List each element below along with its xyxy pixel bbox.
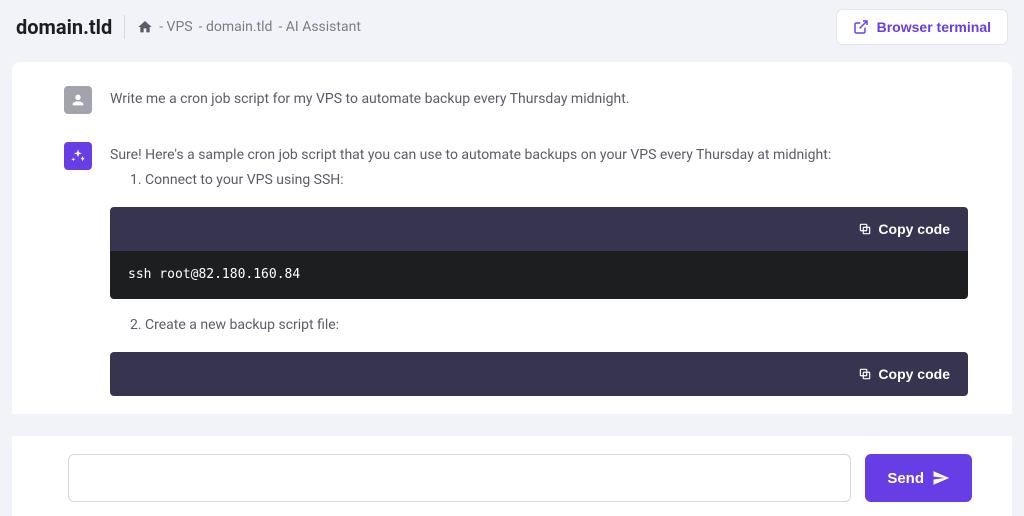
assistant-message-content: Sure! Here's a sample cron job script th…	[110, 142, 968, 396]
chat-input[interactable]	[68, 454, 851, 502]
send-icon	[932, 469, 950, 487]
home-icon[interactable]	[137, 19, 153, 35]
header-left: domain.tld - VPS - domain.tld - AI Assis…	[16, 15, 361, 39]
send-label: Send	[887, 470, 924, 487]
breadcrumb-vps[interactable]: - VPS	[159, 19, 192, 35]
assistant-intro: Sure! Here's a sample cron job script th…	[110, 145, 968, 166]
assistant-avatar	[64, 142, 92, 170]
chat-container[interactable]: Write me a cron job script for my VPS to…	[12, 62, 1012, 414]
copy-code-label: Copy code	[878, 366, 950, 382]
assistant-step-1: 1. Connect to your VPS using SSH:	[130, 170, 968, 191]
code-block-2: Copy code	[110, 352, 968, 396]
browser-terminal-label: Browser terminal	[877, 19, 991, 35]
code-header: Copy code	[110, 352, 968, 396]
assistant-step-2: 2. Create a new backup script file:	[130, 315, 968, 336]
copy-icon	[858, 367, 872, 381]
code-block-1: Copy code ssh root@82.180.160.84	[110, 207, 968, 299]
assistant-message-row: Sure! Here's a sample cron job script th…	[64, 142, 968, 396]
input-area: Send	[12, 435, 1012, 516]
header: domain.tld - VPS - domain.tld - AI Assis…	[0, 0, 1024, 54]
browser-terminal-button[interactable]: Browser terminal	[836, 9, 1008, 45]
person-icon	[70, 92, 86, 108]
page-title: domain.tld	[16, 15, 125, 39]
code-content-1: ssh root@82.180.160.84	[110, 251, 968, 299]
breadcrumb-domain[interactable]: - domain.tld	[199, 19, 273, 35]
copy-code-button[interactable]: Copy code	[858, 366, 950, 382]
breadcrumb: - VPS - domain.tld - AI Assistant	[137, 19, 361, 35]
sparkle-icon	[70, 148, 86, 164]
send-button[interactable]: Send	[865, 454, 972, 502]
user-message-row: Write me a cron job script for my VPS to…	[64, 86, 968, 114]
code-header: Copy code	[110, 207, 968, 251]
external-link-icon	[853, 19, 869, 35]
breadcrumb-current: - AI Assistant	[278, 19, 360, 35]
copy-icon	[858, 222, 872, 236]
copy-code-button[interactable]: Copy code	[858, 221, 950, 237]
user-avatar	[64, 86, 92, 114]
copy-code-label: Copy code	[878, 221, 950, 237]
user-message-text: Write me a cron job script for my VPS to…	[110, 86, 968, 110]
